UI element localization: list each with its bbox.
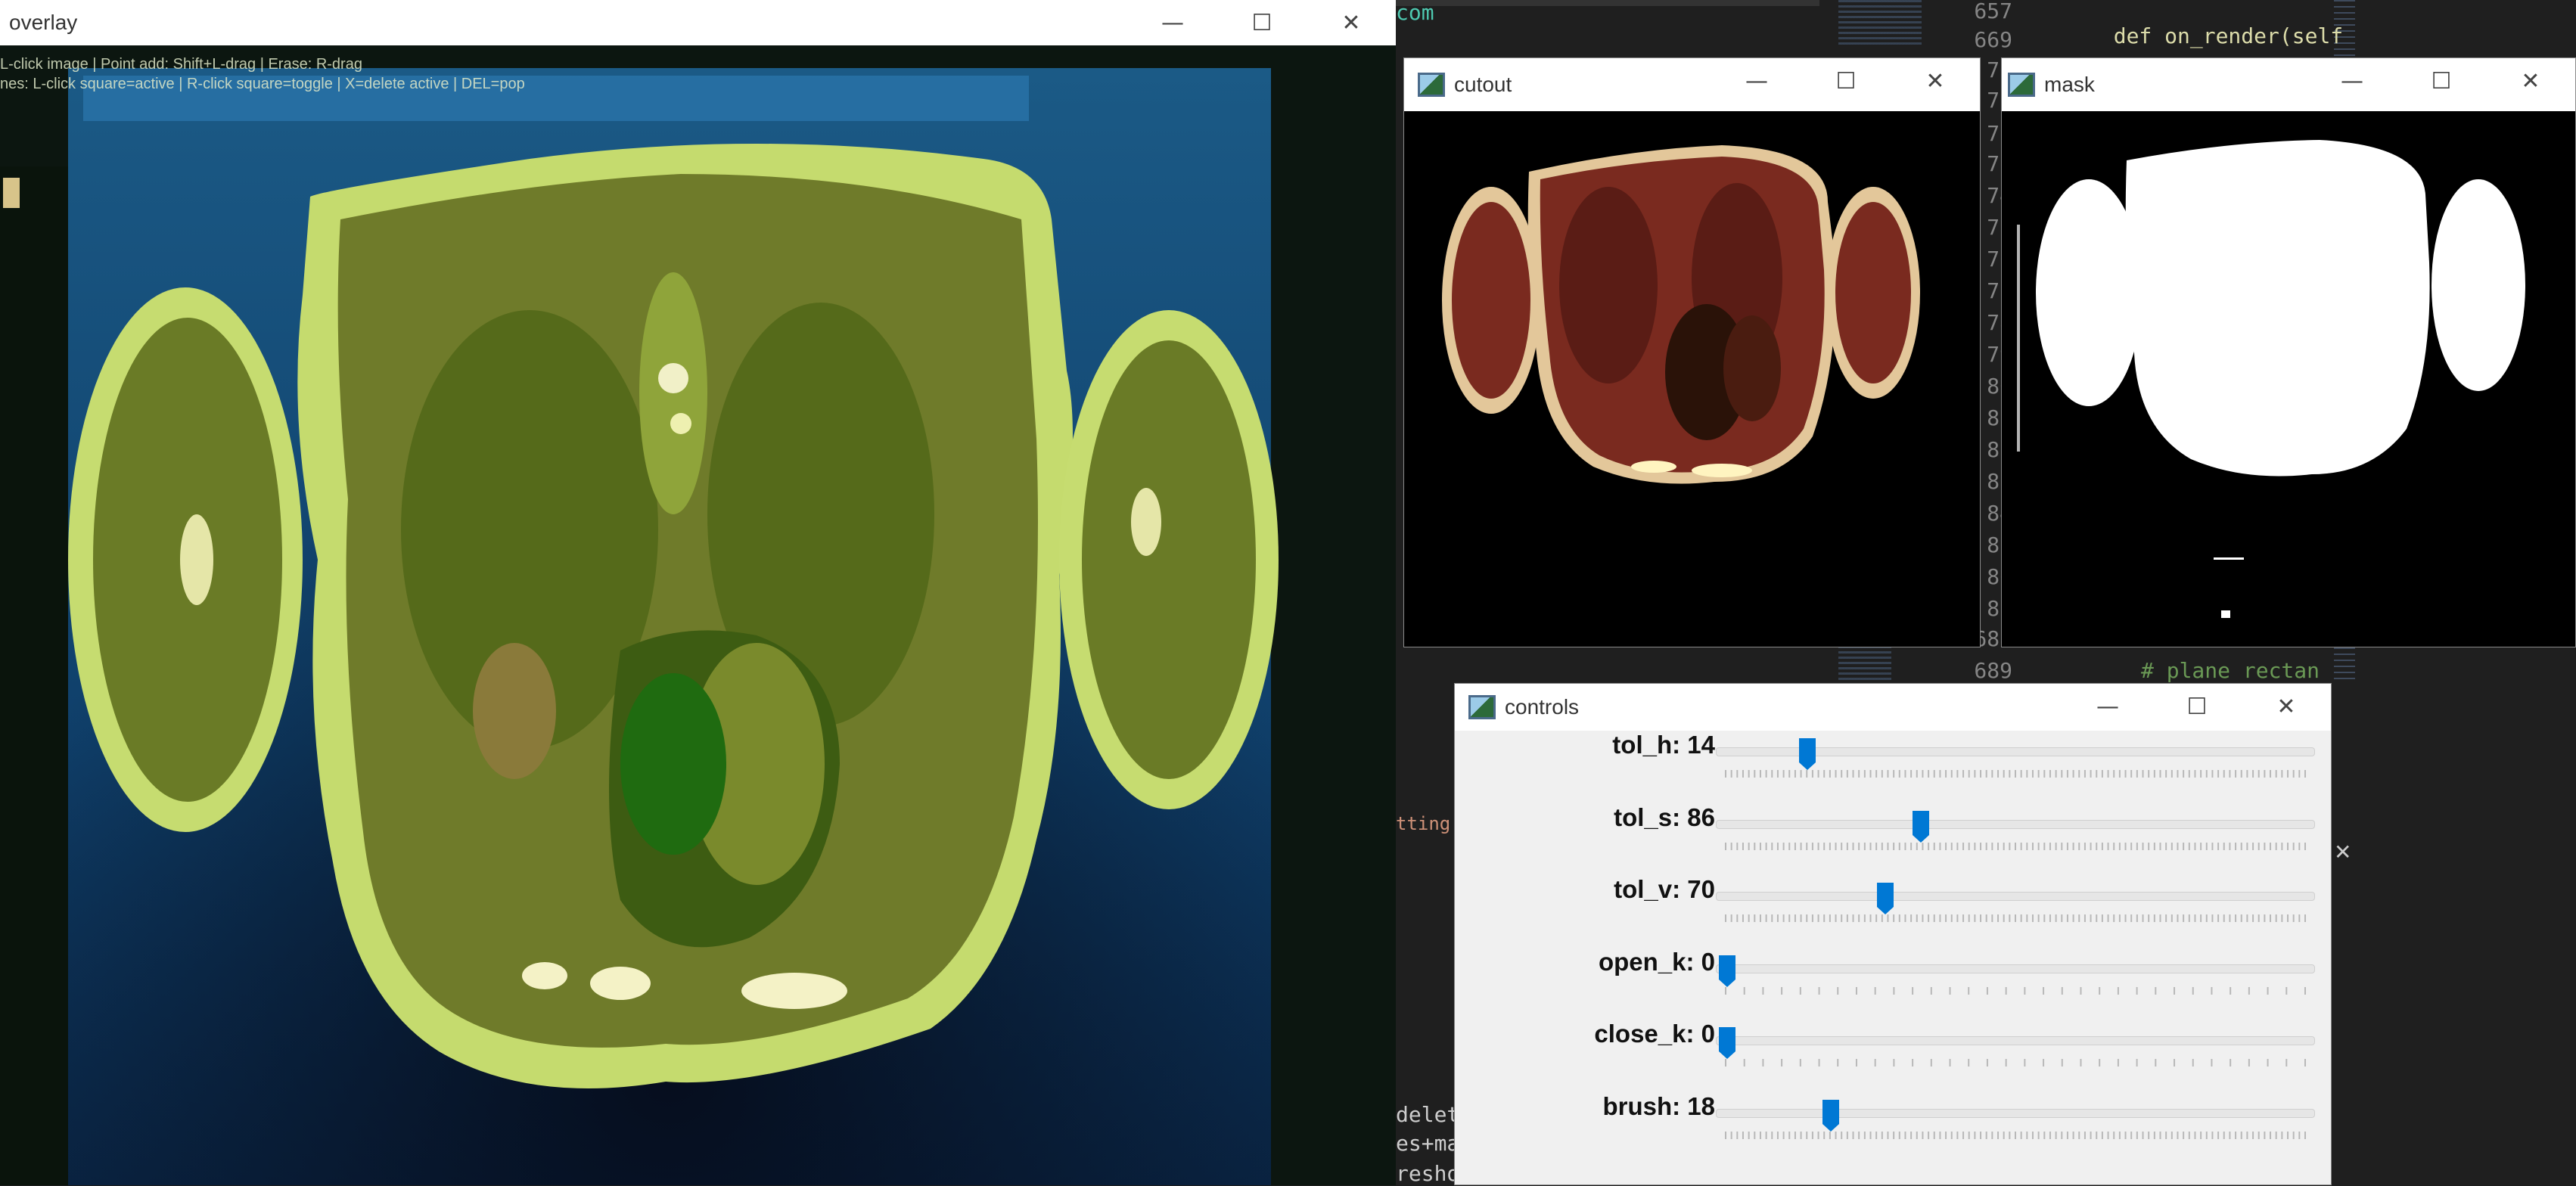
slider-row-tol-s: tol_s: 86	[1455, 803, 2331, 876]
overlay-image[interactable]	[0, 45, 1396, 1185]
editor-tab-bar	[1396, 0, 1819, 6]
code-line-657-text: def on_render(self	[2113, 23, 2344, 48]
close-button[interactable]: ✕	[1307, 0, 1396, 45]
controls-titlebar[interactable]: controls — ☐ ✕	[1455, 684, 2331, 731]
controls-window: controls — ☐ ✕ tol_h: 14 tol_s: 86 tol_v: …	[1454, 683, 2332, 1185]
slider-track-brush[interactable]	[1716, 1108, 2315, 1118]
cutout-canvas[interactable]	[1404, 111, 1980, 647]
slider-row-tol-h: tol_h: 14	[1455, 731, 2331, 803]
code-fragment-delete: delet	[1396, 1102, 1460, 1127]
slider-ticks-tol-v	[1725, 914, 2306, 922]
panel-close-icon[interactable]: ✕	[2334, 840, 2351, 865]
cutout-image[interactable]	[1404, 111, 1980, 647]
maximize-button[interactable]: ☐	[1801, 58, 1891, 104]
window-controls: — ☐ ✕	[1128, 0, 1396, 45]
window-controls: — ☐ ✕	[2307, 58, 2575, 104]
window-title: overlay	[9, 11, 78, 34]
mask-image[interactable]	[2002, 111, 2575, 647]
cutout-titlebar[interactable]: cutout — ☐ ✕	[1404, 58, 1980, 111]
minimize-button[interactable]: —	[1712, 58, 1801, 104]
minimize-button[interactable]: —	[2307, 58, 2397, 104]
minimize-button[interactable]: —	[2063, 684, 2152, 729]
slider-label-tol-s: tol_s: 86	[1614, 803, 1715, 831]
app-icon	[2008, 73, 2035, 97]
slider-track-open-k[interactable]	[1716, 964, 2315, 973]
line-number-669: 669	[1974, 27, 2012, 52]
app-icon	[1468, 695, 1496, 719]
line-number-657: 657	[1974, 0, 2012, 23]
slider-thumb-tol-v[interactable]	[1875, 881, 1895, 916]
maximize-button[interactable]: ☐	[2397, 58, 2486, 104]
close-button[interactable]: ✕	[2486, 58, 2575, 104]
window-controls: — ☐ ✕	[1712, 58, 1980, 104]
controls-panel: tol_h: 14 tol_s: 86 tol_v: 70 open_k: 0 clos…	[1455, 731, 2331, 1184]
code-line-689: # plane rectan	[2141, 658, 2320, 683]
window-controls: — ☐ ✕	[2063, 684, 2331, 729]
slider-thumb-close-k[interactable]	[1717, 1026, 1737, 1060]
window-title: controls	[1505, 695, 1580, 719]
slider-thumb-tol-h[interactable]	[1798, 737, 1817, 772]
mask-canvas[interactable]	[2002, 111, 2575, 647]
minimize-button[interactable]: —	[1128, 0, 1217, 45]
code-fragment-setting: tting	[1396, 813, 1451, 834]
hint-line-2: nes: L-click square=active | R-click squ…	[0, 76, 525, 92]
line-number-689: 689	[1974, 658, 2012, 683]
code-fragment-thresh: resho	[1396, 1161, 1460, 1186]
slider-track-close-k[interactable]	[1716, 1036, 2315, 1045]
window-title: cutout	[1454, 73, 1512, 96]
slider-ticks-tol-s	[1725, 842, 2306, 850]
overlay-titlebar[interactable]: overlay — ☐ ✕	[0, 0, 1396, 45]
mask-titlebar[interactable]: mask — ☐ ✕	[2002, 58, 2575, 111]
slider-row-close-k: close_k: 0	[1455, 1020, 2331, 1092]
slider-label-open-k: open_k: 0	[1598, 947, 1715, 976]
slider-row-brush: brush: 18	[1455, 1092, 2331, 1165]
editor-minimap-left	[1838, 0, 1922, 45]
mask-window: mask — ☐ ✕	[2001, 57, 2576, 647]
slider-track-tol-v[interactable]	[1716, 892, 2315, 901]
overlay-canvas[interactable]: L-click image | Point add: Shift+L-drag …	[0, 45, 1396, 1185]
maximize-button[interactable]: ☐	[2152, 684, 2242, 729]
slider-track-tol-s[interactable]	[1716, 819, 2315, 829]
overlay-window: overlay — ☐ ✕ L-click image | Point add:…	[0, 0, 1396, 1185]
slider-row-open-k: open_k: 0	[1455, 948, 2331, 1020]
code-line-657: def on_render(self	[2088, 0, 2343, 48]
hint-line-1: L-click image | Point add: Shift+L-drag …	[0, 56, 362, 73]
app-icon	[1418, 73, 1445, 97]
code-fragment-com: com	[1396, 0, 1434, 25]
slider-ticks-brush	[1725, 1131, 2306, 1139]
slider-label-brush: brush: 18	[1602, 1091, 1715, 1120]
slider-ticks-close-k	[1725, 1059, 2306, 1066]
close-button[interactable]: ✕	[1891, 58, 1980, 104]
slider-thumb-open-k[interactable]	[1717, 954, 1737, 989]
window-title: mask	[2044, 73, 2095, 96]
code-fragment-mask: es+ma	[1396, 1131, 1460, 1156]
slider-label-close-k: close_k: 0	[1594, 1020, 1715, 1048]
slider-ticks-open-k	[1725, 986, 2306, 995]
slider-thumb-brush[interactable]	[1821, 1098, 1841, 1133]
slider-label-tol-h: tol_h: 14	[1612, 731, 1715, 759]
slider-label-tol-v: tol_v: 70	[1614, 875, 1715, 903]
slider-row-tol-v: tol_v: 70	[1455, 875, 2331, 948]
cutout-window: cutout — ☐ ✕	[1403, 57, 1981, 647]
maximize-button[interactable]: ☐	[1217, 0, 1307, 45]
slider-thumb-tol-s[interactable]	[1911, 809, 1931, 844]
close-button[interactable]: ✕	[2242, 684, 2331, 729]
